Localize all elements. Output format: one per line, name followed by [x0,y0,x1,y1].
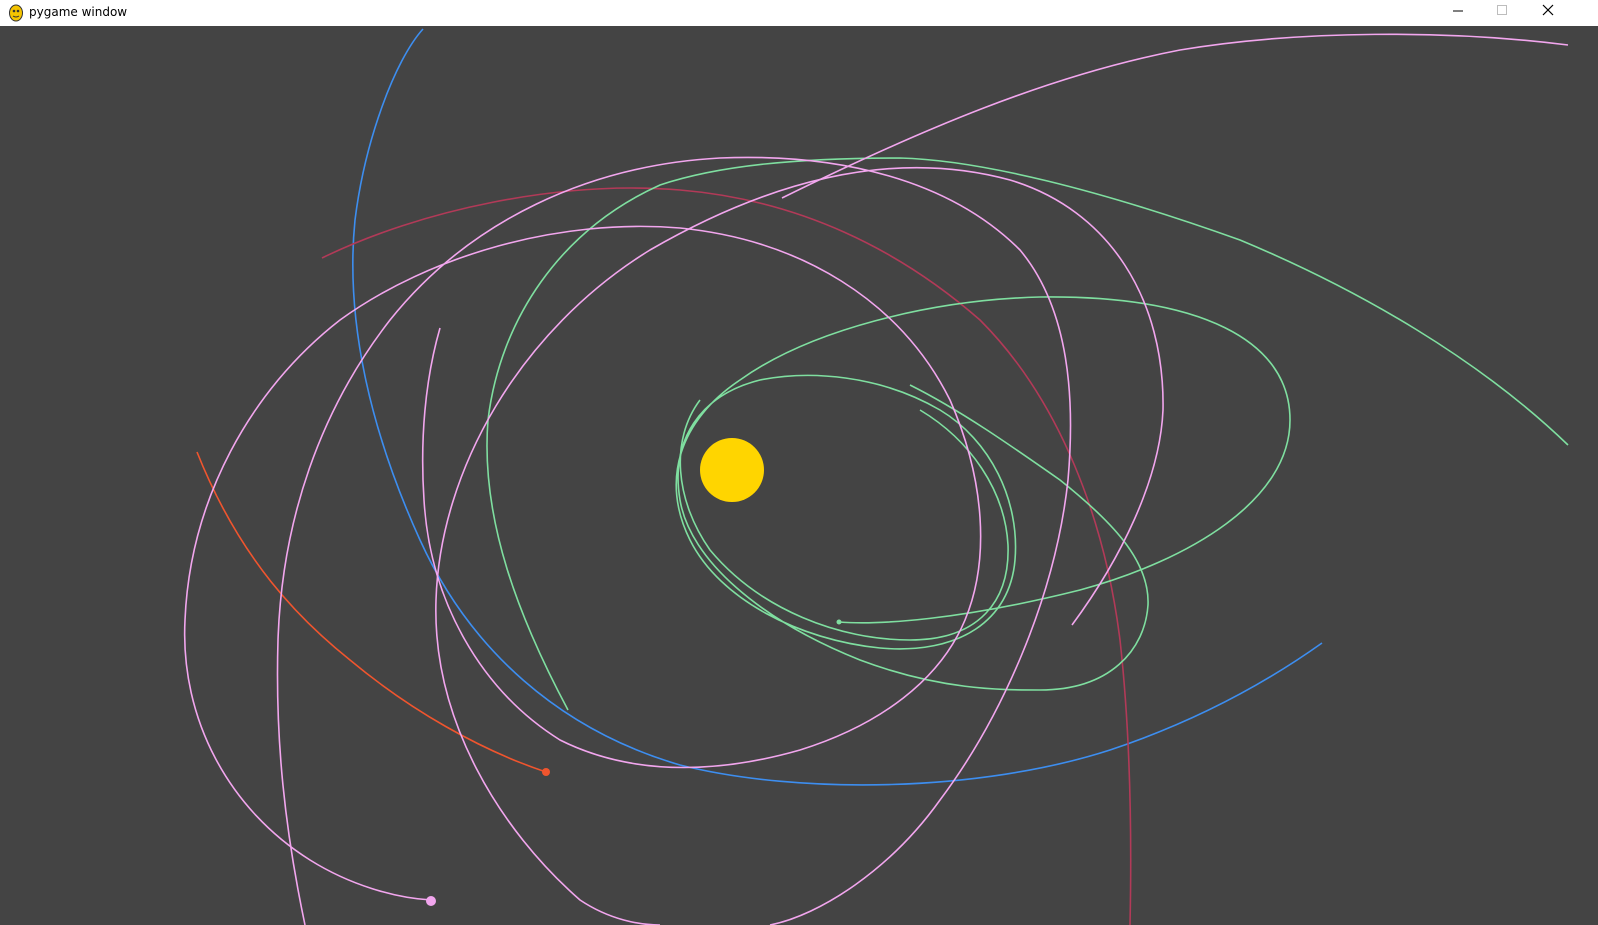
pink-orbit-trail-wide [781,33,1569,199]
maximize-icon [1497,5,1507,15]
game-canvas[interactable] [0,26,1598,925]
green-orbit-trail-ellipse [838,296,1291,624]
pink-planet [426,896,436,906]
blue-orbit-trail [352,28,1323,786]
maximize-button[interactable] [1485,0,1531,26]
window-title: pygame window [29,5,128,19]
orange-trail [196,451,547,773]
pink-orbit-trail-c [276,156,1072,925]
orange-planet [542,768,550,776]
green-orbit-trail-loop [679,399,1009,641]
orbit-scene [183,28,1569,925]
pygame-snake-icon [8,4,24,22]
minimize-button[interactable] [1440,0,1486,26]
sun [700,438,764,502]
pink-orbit-trail-a [435,166,1164,925]
pink-orbit-trail-b [183,225,982,901]
close-icon [1542,4,1554,16]
minimize-icon [1453,10,1463,12]
green-planet [836,619,842,625]
green-orbit-trail-outer [486,157,1569,711]
window-titlebar[interactable]: pygame window [0,0,1598,26]
close-button[interactable] [1530,0,1576,26]
